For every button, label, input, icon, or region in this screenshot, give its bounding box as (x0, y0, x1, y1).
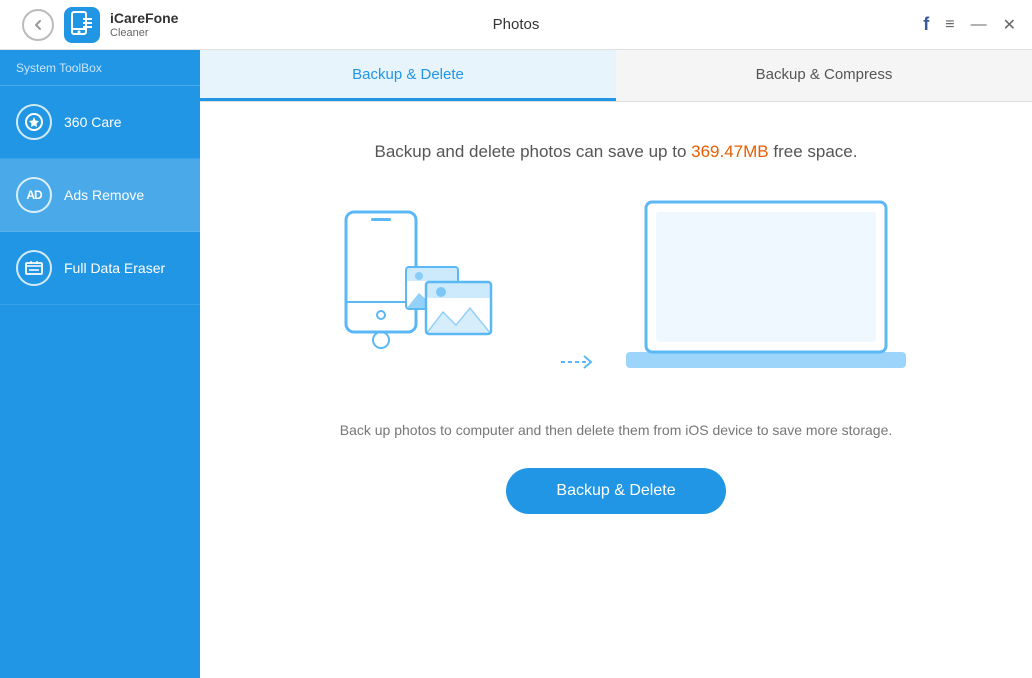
sidebar-label-adsremove: Ads Remove (64, 187, 144, 203)
sidebar-item-360care[interactable]: 360 Care (0, 86, 200, 159)
laptop-illustration (616, 192, 916, 392)
close-button[interactable]: ✕ (1003, 15, 1016, 35)
info-highlight: 369.47MB (691, 142, 769, 161)
back-button[interactable] (22, 9, 54, 41)
tabs: Backup & Delete Backup & Compress (200, 50, 1032, 102)
sidebar-header: System ToolBox (0, 50, 200, 86)
titlebar-left: iCareFone Cleaner (0, 7, 178, 43)
window-title: Photos (493, 16, 540, 33)
app-name: iCareFone (110, 10, 178, 27)
fullerase-icon (16, 250, 52, 286)
app-name-block: iCareFone Cleaner (110, 10, 178, 39)
menu-icon[interactable]: ≡ (945, 16, 954, 34)
tab-backup-delete[interactable]: Backup & Delete (200, 50, 616, 101)
sidebar-label-fullerase: Full Data Eraser (64, 260, 165, 276)
app-sub: Cleaner (110, 27, 178, 39)
adsremove-icon: AD (16, 177, 52, 213)
sidebar-label-360care: 360 Care (64, 114, 122, 130)
content-area: Backup & Delete Backup & Compress Backup… (200, 50, 1032, 678)
backup-delete-button[interactable]: Backup & Delete (506, 468, 725, 514)
transfer-arrow (556, 332, 596, 392)
titlebar-controls: f ≡ — ✕ (923, 14, 1032, 35)
info-text-after: free space. (769, 142, 858, 161)
illustration (316, 192, 916, 392)
sub-text: Back up photos to computer and then dele… (340, 422, 893, 438)
tab-backup-compress[interactable]: Backup & Compress (616, 50, 1032, 101)
phone-illustration (316, 192, 536, 392)
app-logo (64, 7, 100, 43)
content-body: Backup and delete photos can save up to … (200, 102, 1032, 678)
main-container: System ToolBox 360 Care AD Ads Remove (0, 50, 1032, 678)
titlebar: iCareFone Cleaner Photos f ≡ — ✕ (0, 0, 1032, 50)
sidebar: System ToolBox 360 Care AD Ads Remove (0, 50, 200, 678)
minimize-button[interactable]: — (971, 16, 987, 34)
info-text-before: Backup and delete photos can save up to (375, 142, 692, 161)
facebook-icon[interactable]: f (923, 14, 929, 35)
sidebar-item-adsremove[interactable]: AD Ads Remove (0, 159, 200, 232)
360care-icon (16, 104, 52, 140)
sidebar-item-fullerase[interactable]: Full Data Eraser (0, 232, 200, 305)
info-text: Backup and delete photos can save up to … (375, 142, 858, 162)
